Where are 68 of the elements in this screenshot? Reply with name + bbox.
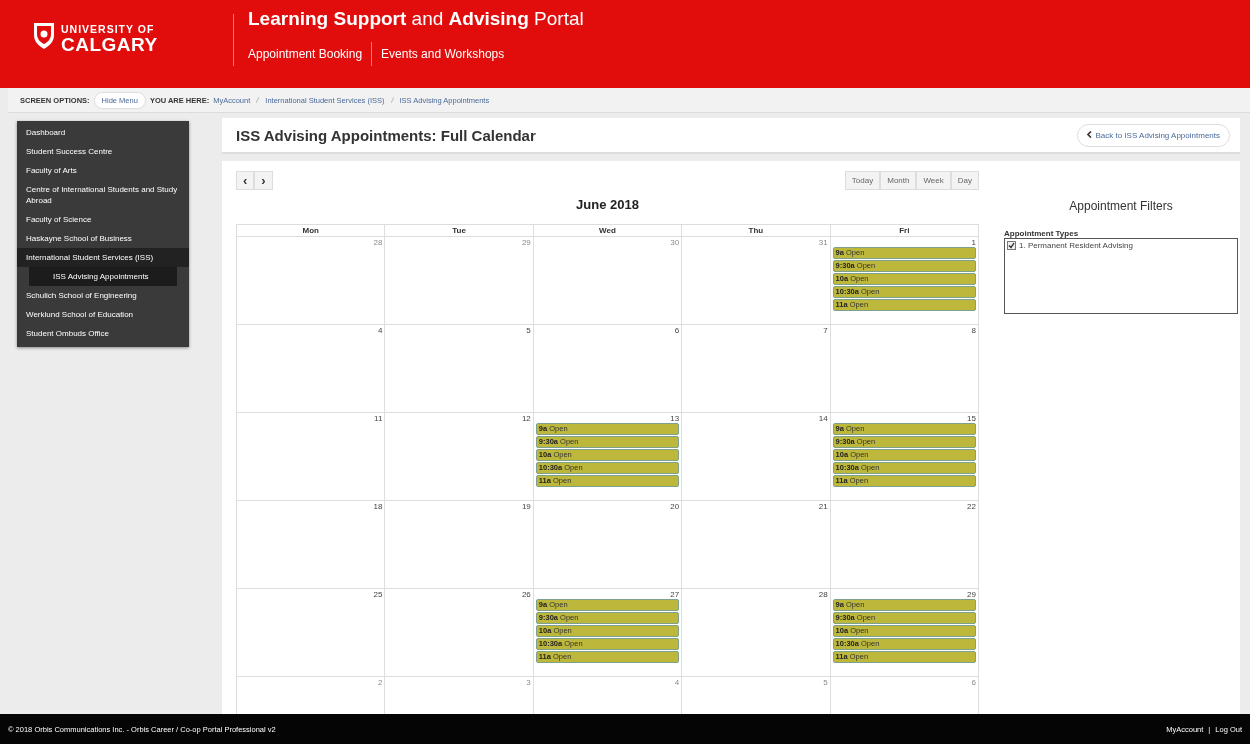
nav-link[interactable]: Events and Workshops [381,47,505,61]
menu-item[interactable]: Student Success Centre [17,142,189,161]
view-button[interactable]: Day [950,171,979,190]
day-number: 28 [373,238,383,247]
nav-link[interactable]: Appointment Booking [248,47,363,61]
day-number: 6 [674,326,680,335]
portal-title: Learning Support and Advising Portal [248,8,584,30]
day-number: 19 [521,502,531,511]
day-number: 4 [674,678,680,687]
day-number: 7 [823,326,828,335]
menu-item[interactable]: Haskayne School of Business [17,229,189,248]
weekday-header: Mon [237,225,386,237]
page-title: ISS Advising Appointments: Full Calendar [236,126,536,144]
checkbox[interactable] [1007,241,1016,250]
day-number: 20 [670,502,680,511]
day-number: 1 [971,238,976,247]
month-title: June 2018 [575,197,640,212]
slash-separator-icon [256,96,260,103]
day-number: 30 [670,238,680,247]
day-number: 27 [670,590,680,599]
view-button[interactable]: Today [844,171,881,190]
menu-item[interactable]: Werklund School of Education [17,305,189,324]
day-number: 2 [377,678,383,687]
day-number: 13 [670,414,680,423]
day-number: 4 [377,326,383,335]
day-number: 29 [967,590,976,599]
day-number: 8 [971,326,976,335]
chevron-left-icon [1087,130,1093,138]
day-number: 22 [967,502,976,511]
previous-button[interactable]: ‹ [236,171,255,190]
weekday-header: Fri [830,225,979,237]
day-number: 25 [373,590,383,599]
menu-item[interactable]: Faculty of Science [17,210,189,229]
day-number: 29 [521,238,531,247]
submenu-item[interactable]: ISS Advising Appointments [29,267,177,286]
menu-item[interactable]: Student Ombuds Office [17,324,189,343]
view-button[interactable]: Week [916,171,951,190]
slash-separator-icon [390,96,394,103]
menu-item[interactable]: Faculty of Arts [17,161,189,180]
menu-item[interactable]: International Student Services (ISS) [17,248,189,267]
filter-option-label: 1. Permanent Resident Advising [1019,241,1133,250]
menu-item[interactable]: Dashboard [17,123,189,142]
shield-logo-icon [33,22,55,50]
day-number: 15 [967,414,976,423]
weekday-header: Thu [682,225,831,237]
day-number: 6 [971,678,976,687]
logo-text: CALGARY [61,35,158,54]
logo-text: UNIVERSITY OF [61,24,156,35]
day-number: 21 [818,502,828,511]
day-number: 5 [526,326,531,335]
menu-item[interactable]: Centre of International Students and Study Abroad [17,180,189,210]
day-number: 14 [818,414,828,423]
day-number: 26 [521,590,531,599]
day-number: 31 [818,238,828,247]
view-button[interactable]: Month [880,171,917,190]
day-number: 18 [373,502,383,511]
day-number: 5 [823,678,828,687]
filters-title: Appointment Filters [1068,199,1174,213]
next-button[interactable]: › [254,171,273,190]
weekday-header: Wed [533,225,683,237]
back-button[interactable]: Back to ISS Advising Appointments [1077,123,1230,147]
weekday-header: Tue [385,225,534,237]
appointment-types-label: Appointment Types [1004,229,1080,238]
day-number: 12 [521,414,531,423]
menu-item[interactable]: Schulich School of Engineering [17,286,189,305]
day-number: 11 [374,414,383,423]
day-number: 28 [818,590,828,599]
day-number: 3 [526,678,531,687]
